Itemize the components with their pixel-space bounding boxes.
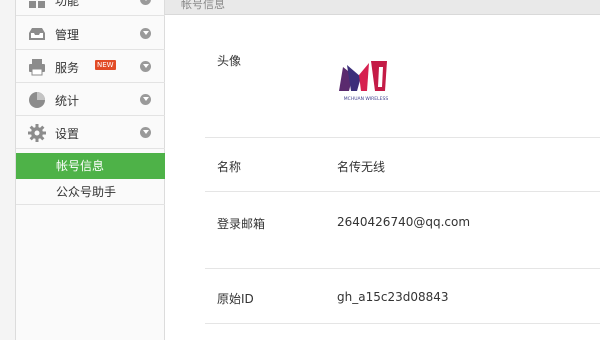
sidebar-item-management[interactable]: 管理	[16, 18, 165, 50]
gear-icon	[27, 123, 47, 143]
printer-icon	[27, 57, 47, 77]
avatar-label: 头像	[217, 54, 242, 68]
inbox-icon	[27, 24, 47, 44]
sidebar-item-label: 管理	[55, 28, 80, 42]
sidebar-item-label: 设置	[55, 127, 80, 141]
avatar-logo-text: MCHUAN WIRELESS	[344, 96, 389, 102]
avatar: MCHUAN WIRELESS	[335, 55, 397, 105]
main-content: 帐号信息 头像 MCHUAN WIRELESS 名称 名传无线 登录邮箱 264…	[165, 0, 600, 340]
sidebar-item-statistics[interactable]: 统计	[16, 84, 165, 116]
sidebar-item-label: 服务	[55, 61, 80, 75]
new-badge: NEW	[95, 60, 116, 70]
sidebar: 功能 管理 服务 NEW 统计 设置 帐号信息 公众号助手	[15, 0, 165, 340]
sidebar-item-label: 统计	[55, 94, 80, 108]
page-header: 帐号信息	[165, 0, 600, 15]
chevron-down-icon[interactable]	[140, 127, 151, 138]
sidebar-item-settings[interactable]: 设置	[16, 117, 165, 149]
chevron-down-icon[interactable]	[140, 94, 151, 105]
original-id-label: 原始ID	[217, 292, 254, 306]
original-id-value: gh_a15c23d08843	[337, 290, 449, 304]
grid-icon	[27, 0, 47, 10]
name-label: 名称	[217, 160, 242, 174]
sidebar-item-label: 功能	[55, 0, 80, 8]
name-value: 名传无线	[337, 160, 386, 174]
chevron-down-icon[interactable]	[140, 61, 151, 72]
sidebar-subitem-account-info[interactable]: 帐号信息	[16, 153, 165, 179]
sidebar-item-functions[interactable]: 功能	[16, 0, 165, 16]
divider	[205, 137, 600, 138]
email-label: 登录邮箱	[217, 217, 266, 231]
sidebar-subitem-assistant[interactable]: 公众号助手	[16, 179, 165, 205]
divider	[205, 323, 600, 324]
chevron-down-icon[interactable]	[140, 0, 151, 5]
sidebar-item-services[interactable]: 服务 NEW	[16, 51, 165, 83]
pie-chart-icon	[27, 90, 47, 110]
email-value: 2640426740@qq.com	[337, 215, 471, 229]
page-title: 帐号信息	[181, 0, 225, 11]
chevron-down-icon[interactable]	[140, 28, 151, 39]
divider	[205, 191, 600, 192]
divider	[205, 268, 600, 269]
